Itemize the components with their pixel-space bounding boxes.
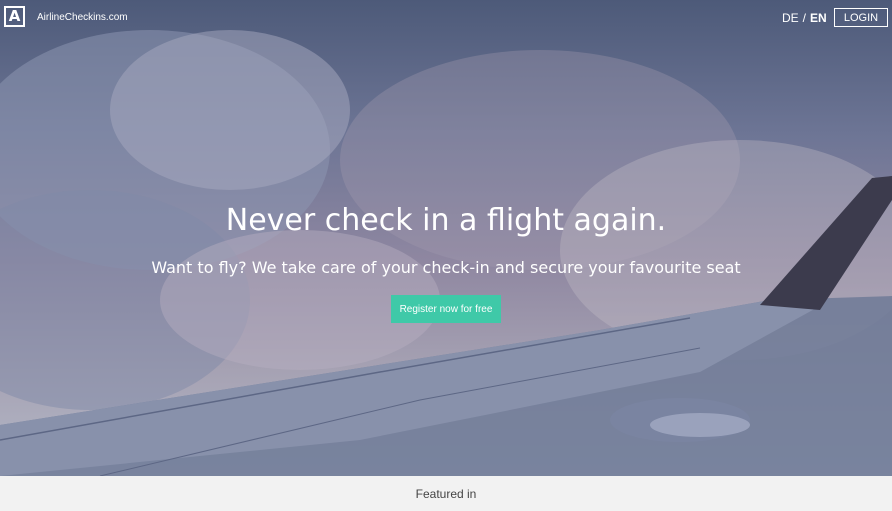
language-de-link[interactable]: DE (782, 11, 799, 25)
hero-subheadline: Want to fly? We take care of your check-… (151, 258, 741, 277)
featured-in-label: Featured in (415, 487, 477, 501)
hero-background-image (0, 30, 892, 476)
hero-section: A AirlineCheckins.com DE / EN LOGIN Neve… (0, 0, 892, 476)
hero-headline: Never check in a flight again. (225, 203, 667, 238)
top-navigation-bar: A AirlineCheckins.com DE / EN LOGIN (0, 0, 892, 38)
site-name[interactable]: AirlineCheckins.com (37, 12, 128, 23)
language-switcher: DE / EN (782, 11, 827, 25)
site-logo[interactable]: A (4, 6, 25, 27)
login-button[interactable]: LOGIN (834, 8, 888, 27)
language-separator: / (802, 11, 807, 25)
logo-letter: A (8, 7, 21, 25)
language-en-link[interactable]: EN (810, 11, 827, 25)
register-button[interactable]: Register now for free (391, 295, 501, 323)
